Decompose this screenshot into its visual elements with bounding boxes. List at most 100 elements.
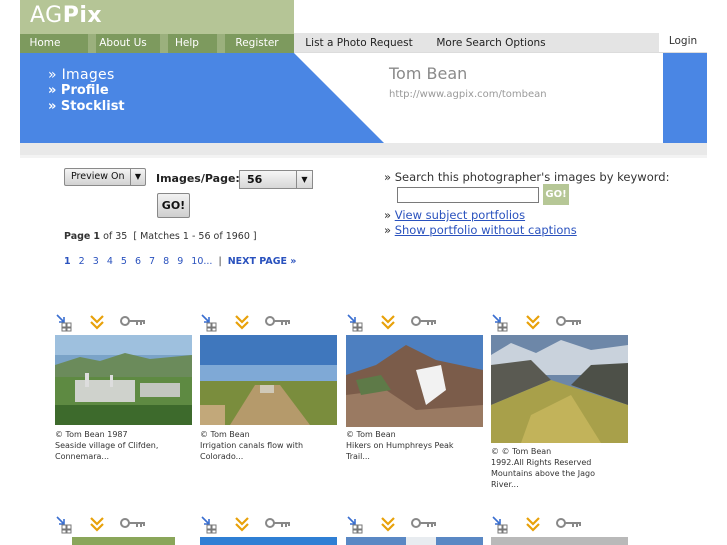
nav-about-us[interactable]: About Us: [96, 34, 150, 53]
current-page: 1: [93, 231, 101, 242]
login-link[interactable]: Login: [659, 33, 707, 50]
keyword-go-button[interactable]: GO!: [543, 184, 569, 205]
key-icon[interactable]: [265, 516, 291, 530]
download-arrow-icon[interactable]: [380, 516, 396, 534]
pager-separator: |: [218, 256, 222, 267]
photo-thumbnail[interactable]: [491, 537, 628, 545]
photo-irrigation-canal[interactable]: [200, 335, 337, 425]
sidebar-item-images[interactable]: » Images: [48, 67, 125, 83]
photo-jago-river[interactable]: [491, 335, 628, 443]
dropdown-triangle-icon: ▼: [130, 169, 145, 185]
thumbnail-actions: [491, 312, 629, 334]
lightbox-add-icon[interactable]: [56, 314, 74, 332]
thumbnail-actions: [346, 514, 436, 536]
lightbox-add-icon[interactable]: [56, 516, 74, 534]
next-page-link[interactable]: NEXT PAGE »: [228, 256, 297, 267]
nav-register[interactable]: Register: [225, 34, 289, 53]
preview-toggle-label: Preview On: [71, 171, 125, 182]
thumbnail-caption: © © Tom Bean 1992.All Rights Reserved Mo…: [491, 446, 641, 490]
photo-caption: Seaside village of Clifden, Connemara...: [55, 441, 159, 461]
no-caption-row: » Show portfolio without captions: [384, 223, 577, 237]
page-info: Page 1 of 35 [ Matches 1 - 56 of 1960 ]: [64, 231, 257, 242]
download-arrow-icon[interactable]: [89, 314, 105, 332]
key-icon[interactable]: [556, 314, 582, 328]
page-word: Page: [64, 231, 91, 242]
keyword-search-input[interactable]: [397, 187, 539, 203]
photo-caption: 1992.All Rights Reserved Mountains above…: [491, 458, 595, 489]
photo-credit: © Tom Bean: [346, 430, 396, 439]
page-link-7[interactable]: 7: [149, 256, 155, 267]
nav-home[interactable]: Home: [20, 34, 70, 53]
photo-thumbnail[interactable]: [200, 537, 337, 545]
lightbox-add-icon[interactable]: [492, 516, 510, 534]
download-arrow-icon[interactable]: [234, 516, 250, 534]
key-icon[interactable]: [411, 314, 437, 328]
agpix-logo[interactable]: AGPix: [30, 3, 102, 28]
thumbnail-caption: © Tom Bean Irrigation canals flow with C…: [200, 429, 350, 462]
photo-thumbnail[interactable]: [346, 537, 483, 545]
match-count: [ Matches 1 - 56 of 1960 ]: [133, 231, 257, 242]
page-link-8[interactable]: 8: [163, 256, 169, 267]
subject-portfolio-row: » View subject portfolios: [384, 208, 525, 222]
divider-strip: [20, 155, 707, 158]
download-arrow-icon[interactable]: [234, 314, 250, 332]
download-arrow-icon[interactable]: [89, 516, 105, 534]
page: AGPix Home About Us Help Register List a…: [0, 0, 727, 545]
key-icon[interactable]: [556, 516, 582, 530]
thumbnail-caption: © Tom Bean 1987 Seaside village of Clifd…: [55, 429, 205, 462]
lightbox-add-icon[interactable]: [492, 314, 510, 332]
divider-strip: [20, 143, 707, 155]
logo-text-b: Pix: [62, 3, 103, 28]
lightbox-add-icon[interactable]: [201, 314, 219, 332]
photo-credit: © Tom Bean 1987: [55, 430, 128, 439]
page-link-2[interactable]: 2: [79, 256, 85, 267]
dropdown-triangle-icon: ▼: [296, 171, 312, 188]
download-arrow-icon[interactable]: [380, 314, 396, 332]
pagination: 1 2 3 4 5 6 7 8 9 10... | NEXT PAGE »: [64, 256, 301, 267]
view-subject-portfolios-link[interactable]: View subject portfolios: [395, 208, 525, 222]
key-icon[interactable]: [120, 314, 146, 328]
profile-sidebar: » Images » Profile » Stocklist: [48, 67, 125, 115]
page-link-10[interactable]: 10...: [191, 256, 212, 267]
lightbox-add-icon[interactable]: [347, 516, 365, 534]
photographer-url[interactable]: http://www.agpix.com/tombean: [389, 89, 547, 100]
sidebar-item-profile[interactable]: » Profile: [48, 83, 125, 99]
page-link-6[interactable]: 6: [135, 256, 141, 267]
thumbnail-actions: [55, 312, 193, 334]
go-button[interactable]: GO!: [157, 193, 190, 218]
link-bullet: »: [384, 223, 392, 237]
nav-separator: [88, 34, 96, 53]
lightbox-add-icon[interactable]: [347, 314, 365, 332]
page-link-1[interactable]: 1: [64, 256, 71, 267]
link-bullet: »: [384, 208, 392, 222]
photo-thumbnail[interactable]: [55, 537, 192, 545]
images-per-page-value: 56: [247, 173, 263, 186]
photo-clifden[interactable]: [55, 335, 192, 425]
show-without-captions-link[interactable]: Show portfolio without captions: [395, 223, 577, 237]
page-link-9[interactable]: 9: [177, 256, 183, 267]
lightbox-add-icon[interactable]: [201, 516, 219, 534]
key-icon[interactable]: [411, 516, 437, 530]
photo-humphreys-peak[interactable]: [346, 335, 483, 427]
page-link-4[interactable]: 4: [107, 256, 113, 267]
images-per-page-select[interactable]: 56 ▼: [239, 170, 313, 189]
nav-more-search-options[interactable]: More Search Options: [424, 33, 558, 53]
nav-list-photo-request[interactable]: List a Photo Request: [294, 33, 424, 53]
download-arrow-icon[interactable]: [525, 516, 541, 534]
photo-credit: © © Tom Bean: [491, 447, 552, 456]
download-arrow-icon[interactable]: [525, 314, 541, 332]
page-link-5[interactable]: 5: [121, 256, 127, 267]
main-nav: Home About Us Help Register: [20, 34, 294, 53]
key-icon[interactable]: [120, 516, 146, 530]
page-total: of 35: [103, 231, 128, 242]
key-icon[interactable]: [265, 314, 291, 328]
preview-toggle-select[interactable]: Preview On ▼: [64, 168, 146, 186]
photo-credit: © Tom Bean: [200, 430, 250, 439]
page-link-3[interactable]: 3: [93, 256, 99, 267]
sidebar-item-stocklist[interactable]: » Stocklist: [48, 99, 125, 115]
images-per-page-label: Images/Page:: [156, 172, 240, 185]
thumbnail-actions: [491, 514, 581, 536]
photo-caption: Hikers on Humphreys Peak Trail...: [346, 441, 454, 461]
logo-text-a: AG: [30, 3, 63, 28]
nav-help[interactable]: Help: [168, 34, 206, 53]
